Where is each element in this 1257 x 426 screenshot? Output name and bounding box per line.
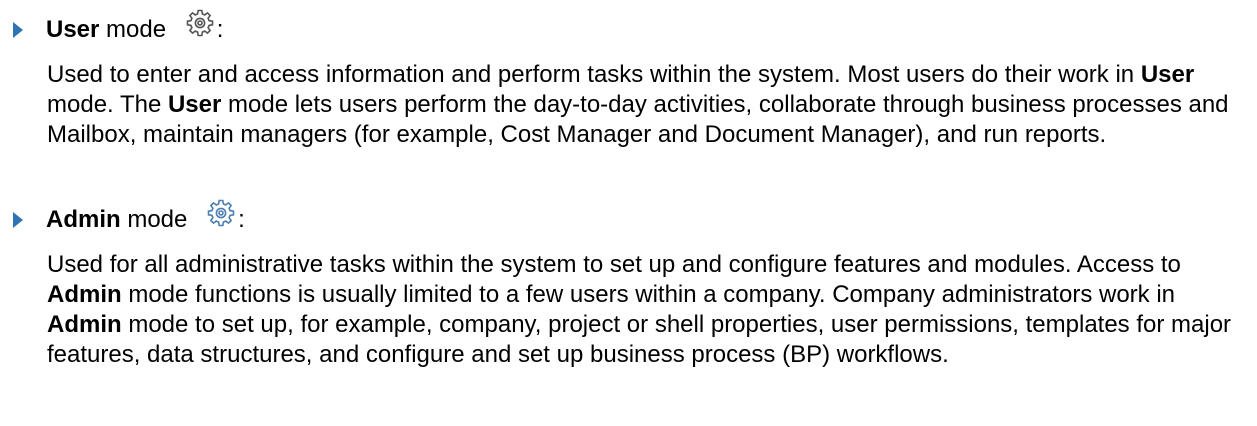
desc-segment: Used to enter and access information and…: [47, 61, 1141, 88]
admin-mode-colon: :: [238, 206, 245, 233]
user-mode-suffix: mode: [106, 16, 167, 43]
user-mode-colon: :: [216, 16, 224, 43]
desc-segment-bold: Admin: [47, 311, 122, 338]
user-mode-description: Used to enter and access information and…: [0, 60, 1257, 150]
desc-segment: mode to set up, for example, company, pr…: [47, 311, 1232, 368]
user-mode-item: User mode : Used to enter and access inf…: [0, 0, 1257, 150]
desc-segment-bold: User: [167, 91, 222, 118]
user-mode-name: User: [46, 16, 100, 43]
desc-segment: mode lets users perform the day-to-day a…: [47, 91, 1229, 148]
document-page: User mode : Used to enter and access inf…: [0, 0, 1257, 426]
desc-segment: mode functions is usually limited to a f…: [121, 281, 1175, 308]
admin-mode-item: Admin mode : Used for all administrative…: [0, 190, 1257, 370]
gear-icon: [185, 8, 215, 38]
admin-mode-description: Used for all administrative tasks within…: [0, 250, 1257, 370]
desc-segment: mode. The: [47, 91, 168, 118]
admin-mode-heading: Admin mode :: [0, 190, 1257, 250]
admin-mode-name: Admin: [46, 206, 121, 233]
admin-mode-suffix: mode: [127, 206, 188, 233]
bullet-arrow-icon: [13, 22, 23, 38]
desc-segment-bold: User: [1140, 61, 1195, 88]
desc-segment: Used for all administrative tasks within…: [47, 251, 1181, 278]
desc-segment-bold: Admin: [47, 281, 122, 308]
user-mode-heading: User mode :: [0, 0, 1257, 60]
bullet-arrow-icon: [13, 212, 23, 228]
gear-icon: [206, 198, 236, 228]
